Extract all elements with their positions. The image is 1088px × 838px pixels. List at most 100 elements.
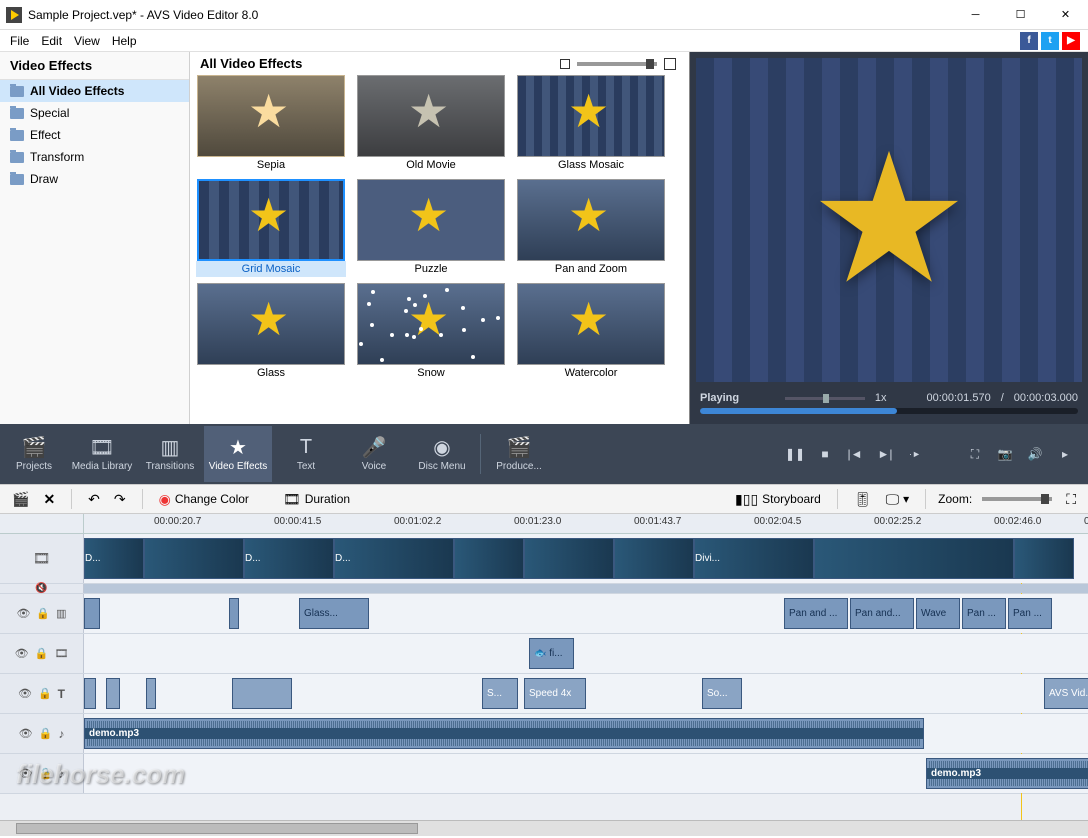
expand-button[interactable]: ▸ [1050,439,1080,469]
overlay-track[interactable]: 👁🔒🎞 🐟 fi... [0,634,1088,674]
minimize-button[interactable]: ─ [953,0,998,30]
pause-button[interactable]: ❚❚ [780,439,810,469]
effect-tile-pan-and-zoom[interactable]: Pan and Zoom [516,179,666,277]
audio-clip[interactable]: demo.mp3 [84,718,924,749]
effect-tile-snow[interactable]: Snow [356,283,506,381]
playback-rate: 1x [875,392,887,404]
step-button[interactable]: ·► [900,439,930,469]
toolbar-transitions[interactable]: ▥Transitions [136,426,204,482]
timeline-clip[interactable] [232,678,292,709]
thumb-size-slider[interactable] [577,62,657,66]
thumb-small-button[interactable] [560,59,570,69]
rate-slider[interactable] [785,397,865,400]
audio-track-2[interactable]: 👁🔒♪ demo.mp3 [0,754,1088,794]
timeline-clip[interactable]: Speed 4x [524,678,586,709]
menu-edit[interactable]: Edit [35,32,68,50]
toolbar-projects[interactable]: 🎬Projects [0,426,68,482]
thumb-large-button[interactable] [664,58,676,70]
duration-button[interactable]: 🎞Duration [279,489,354,510]
fullscreen-button[interactable]: ⛶ [960,439,990,469]
stop-button[interactable]: ■ [810,439,840,469]
timeline-clip[interactable]: Divi... [694,538,814,579]
display-button[interactable]: 🖵▾ [882,489,914,510]
change-color-button[interactable]: ◉Change Color [155,489,253,510]
facebook-button[interactable]: f [1020,32,1038,50]
fit-button[interactable]: ⛶ [1062,489,1080,510]
timeline-clip[interactable] [84,678,96,709]
timeline-clip[interactable] [814,538,1014,579]
audio-mixer-button[interactable]: 🎚 [850,489,876,510]
toolbar-produce-[interactable]: 🎬Produce... [485,426,553,482]
effect-tile-glass[interactable]: Glass [196,283,346,381]
timeline-clip[interactable]: Pan and... [850,598,914,629]
timeline-clip[interactable]: AVS Vid... [1044,678,1088,709]
playback-status: Playing [700,392,739,404]
toolbar-voice[interactable]: 🎤Voice [340,426,408,482]
timeline-clip[interactable] [84,598,100,629]
storyboard-button[interactable]: ▮▯▯Storyboard [731,489,825,510]
timeline-clip[interactable] [524,538,614,579]
timeline-clip[interactable] [454,538,524,579]
timeline-clip[interactable] [614,538,694,579]
filmstrip-icon: 🎞 [33,550,51,567]
timeline-clip[interactable]: D... [244,538,334,579]
text-track[interactable]: 👁🔒T S...Speed 4xSo...AVS Vid... [0,674,1088,714]
effect-tile-old-movie[interactable]: Old Movie [356,75,506,173]
volume-button[interactable]: 🔊 [1020,439,1050,469]
timeline-clip[interactable]: 🐟 fi... [529,638,574,669]
delete-button[interactable]: ✕ [39,489,59,510]
audio-clip[interactable]: demo.mp3 [926,758,1088,789]
timeline-clip[interactable]: Pan ... [1008,598,1052,629]
prev-button[interactable]: |◄ [840,439,870,469]
redo-button[interactable]: ↷ [110,489,130,510]
youtube-button[interactable]: ▶ [1062,32,1080,50]
timeline-clip[interactable]: D... [84,538,144,579]
timeline-clip[interactable] [229,598,239,629]
menu-view[interactable]: View [68,32,106,50]
effect-tile-glass-mosaic[interactable]: Glass Mosaic [516,75,666,173]
progress-bar[interactable] [700,408,1078,414]
clapper-button[interactable]: 🎬 [8,489,33,510]
effect-tile-puzzle[interactable]: Puzzle [356,179,506,277]
effect-tile-watercolor[interactable]: Watercolor [516,283,666,381]
menu-help[interactable]: Help [106,32,143,50]
timeline-clip[interactable]: Pan ... [962,598,1006,629]
video-track[interactable]: 🎞 D...D...D...Divi... [0,534,1088,584]
timeline-clip[interactable]: So... [702,678,742,709]
next-button[interactable]: ►| [870,439,900,469]
timeline-zoom-slider[interactable] [982,497,1052,501]
sidebar-item-transform[interactable]: Transform [0,146,189,168]
timeline-clip[interactable] [1014,538,1074,579]
sidebar-item-all-video-effects[interactable]: All Video Effects [0,80,189,102]
effects-track[interactable]: 👁🔒▥ Glass...Pan and ...Pan and...WavePan… [0,594,1088,634]
timeline-clip[interactable]: D... [334,538,454,579]
sidebar-item-special[interactable]: Special [0,102,189,124]
timeline-clip[interactable]: Pan and ... [784,598,848,629]
snapshot-button[interactable]: 📷 [990,439,1020,469]
timeline-clip[interactable] [146,678,156,709]
twitter-button[interactable]: t [1041,32,1059,50]
lock-icon: 🔒 [36,607,50,620]
timeline-clip[interactable]: S... [482,678,518,709]
timeline-clip[interactable]: Wave [916,598,960,629]
timeline-clip[interactable] [106,678,120,709]
effects-grid[interactable]: SepiaOld MovieGlass Mosaic Grid MosaicPuz… [190,75,689,424]
effect-tile-sepia[interactable]: Sepia [196,75,346,173]
menu-file[interactable]: File [4,32,35,50]
timeline-clip[interactable] [144,538,244,579]
toolbar-text[interactable]: TText [272,426,340,482]
effect-tile-grid-mosaic[interactable]: Grid Mosaic [196,179,346,277]
sidebar-item-effect[interactable]: Effect [0,124,189,146]
toolbar-video-effects[interactable]: ★Video Effects [204,426,272,482]
sidebar-item-draw[interactable]: Draw [0,168,189,190]
close-button[interactable]: ✕ [1043,0,1088,30]
horizontal-scrollbar[interactable] [0,820,1088,836]
timeline-clip[interactable]: Glass... [299,598,369,629]
timeline-ruler[interactable]: 00:00:20.700:00:41.500:01:02.200:01:23.0… [0,514,1088,534]
toolbar-disc-menu[interactable]: ◉Disc Menu [408,426,476,482]
timeline[interactable]: 🎞 D...D...D...Divi... 🔇 👁🔒▥ Glass...Pan … [0,534,1088,820]
maximize-button[interactable]: ☐ [998,0,1043,30]
audio-track-1[interactable]: 👁🔒♪ demo.mp3 [0,714,1088,754]
toolbar-media-library[interactable]: 🎞Media Library [68,426,136,482]
undo-button[interactable]: ↶ [84,489,104,510]
